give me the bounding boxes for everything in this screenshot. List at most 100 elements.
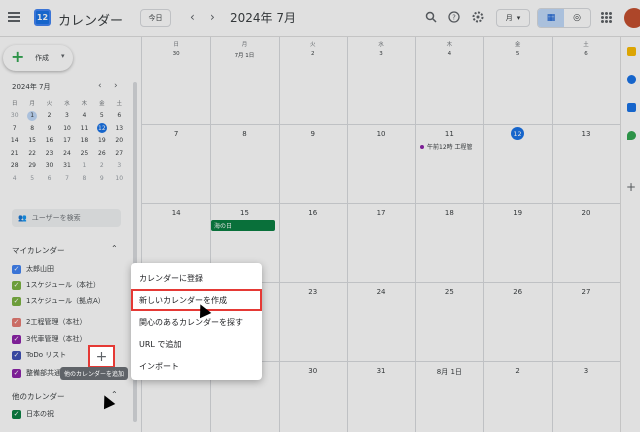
mini-next-icon[interactable]: › bbox=[114, 81, 118, 91]
day-number[interactable]: 18 bbox=[415, 209, 483, 217]
mini-day[interactable]: 6 bbox=[111, 112, 128, 119]
menu-item-subscribe[interactable]: カレンダーに登録 bbox=[139, 273, 203, 284]
calendar-item[interactable]: ✓ 3代車管理（本社） bbox=[12, 333, 86, 345]
tasks-icon[interactable] bbox=[627, 75, 636, 84]
day-number[interactable]: 25 bbox=[415, 288, 483, 296]
checkbox-icon[interactable]: ✓ bbox=[12, 264, 21, 274]
day-number[interactable]: 8月 1日 bbox=[415, 367, 483, 377]
day-number[interactable]: 26 bbox=[484, 288, 552, 296]
checkbox-icon[interactable]: ✓ bbox=[12, 409, 21, 419]
mini-day[interactable]: 22 bbox=[23, 150, 40, 157]
day-number[interactable]: 3 bbox=[552, 367, 620, 375]
mini-day-today[interactable]: 12 bbox=[96, 123, 107, 134]
day-number[interactable]: 19 bbox=[484, 209, 552, 217]
mini-day[interactable]: 27 bbox=[111, 150, 128, 157]
calendar-view-icon[interactable]: ▦ bbox=[538, 9, 564, 27]
day-number[interactable]: 2 bbox=[484, 367, 552, 375]
mini-prev-icon[interactable]: ‹ bbox=[98, 81, 102, 91]
create-button[interactable]: + 作成 ▾ bbox=[3, 45, 73, 71]
my-calendars-title[interactable]: マイカレンダー bbox=[12, 245, 65, 256]
mini-day[interactable]: 21 bbox=[6, 150, 23, 157]
calendar-item[interactable]: ✓ 1スケジュール（本社） bbox=[12, 279, 100, 291]
chevron-up-icon[interactable]: ⌃ bbox=[111, 244, 118, 253]
day-number[interactable]: 11 bbox=[415, 130, 483, 138]
mini-day[interactable]: 5 bbox=[93, 112, 110, 119]
tasks-view-icon[interactable]: ◎ bbox=[564, 9, 590, 27]
mini-day[interactable]: 29 bbox=[23, 162, 40, 169]
mini-day[interactable]: 17 bbox=[58, 137, 75, 144]
mini-day[interactable]: 13 bbox=[111, 125, 128, 132]
day-number[interactable]: 2 bbox=[279, 51, 347, 57]
checkbox-icon[interactable]: ✓ bbox=[12, 280, 21, 290]
mini-day[interactable]: 18 bbox=[76, 137, 93, 144]
mini-day[interactable]: 9 bbox=[41, 125, 58, 132]
calendar-item[interactable]: ✓ 2工程管理（本社） bbox=[12, 316, 86, 328]
day-number[interactable]: 24 bbox=[347, 288, 415, 296]
day-number[interactable]: 16 bbox=[279, 209, 347, 217]
mini-day[interactable]: 7 bbox=[58, 175, 75, 182]
day-number[interactable]: 14 bbox=[142, 209, 210, 217]
mini-day[interactable]: 30 bbox=[6, 112, 23, 119]
day-number[interactable]: 8 bbox=[210, 130, 278, 138]
day-number[interactable]: 30 bbox=[279, 367, 347, 375]
day-number[interactable]: 23 bbox=[279, 288, 347, 296]
help-icon[interactable]: ? bbox=[447, 10, 461, 24]
mini-day[interactable]: 19 bbox=[93, 137, 110, 144]
mini-day[interactable]: 16 bbox=[41, 137, 58, 144]
main-menu-icon[interactable] bbox=[8, 12, 20, 22]
settings-gear-icon[interactable] bbox=[471, 10, 485, 24]
day-number[interactable]: 15 bbox=[210, 209, 278, 217]
mini-day[interactable]: 4 bbox=[76, 112, 93, 119]
calendar-item[interactable]: ✓ 太郎山田 bbox=[12, 263, 54, 275]
mini-day[interactable]: 3 bbox=[58, 112, 75, 119]
day-number[interactable]: 5 bbox=[484, 51, 552, 57]
day-number-today[interactable]: 12 bbox=[511, 127, 524, 140]
mini-day[interactable]: 31 bbox=[58, 162, 75, 169]
mini-day[interactable]: 2 bbox=[93, 162, 110, 169]
mini-day[interactable]: 28 bbox=[6, 162, 23, 169]
search-icon[interactable] bbox=[424, 10, 438, 24]
calendar-item[interactable]: ✓ 1スケジュール（拠点A） bbox=[12, 295, 105, 307]
menu-item-from-url[interactable]: URL で追加 bbox=[139, 339, 181, 350]
next-month-icon[interactable]: › bbox=[210, 10, 215, 24]
menu-item-import[interactable]: インポート bbox=[139, 361, 179, 372]
day-number[interactable]: 17 bbox=[347, 209, 415, 217]
mini-day[interactable]: 11 bbox=[76, 125, 93, 132]
menu-item-browse-interesting[interactable]: 関心のあるカレンダーを探す bbox=[139, 317, 243, 328]
mini-day[interactable]: 3 bbox=[111, 162, 128, 169]
day-number[interactable]: 31 bbox=[347, 367, 415, 375]
event-chip[interactable]: 午前12時 工程管 bbox=[420, 142, 473, 151]
day-number[interactable]: 10 bbox=[347, 130, 415, 138]
mini-day[interactable]: 20 bbox=[111, 137, 128, 144]
maps-icon[interactable] bbox=[627, 131, 636, 140]
mini-day[interactable]: 10 bbox=[111, 175, 128, 182]
mini-day[interactable]: 8 bbox=[23, 125, 40, 132]
mini-day[interactable]: 9 bbox=[93, 175, 110, 182]
mini-day[interactable]: 10 bbox=[58, 125, 75, 132]
mini-day[interactable]: 15 bbox=[23, 137, 40, 144]
mini-day[interactable]: 24 bbox=[58, 150, 75, 157]
mini-day[interactable]: 5 bbox=[23, 175, 40, 182]
day-number[interactable]: 9 bbox=[279, 130, 347, 138]
add-other-calendar-button[interactable]: + bbox=[88, 345, 115, 368]
mini-day[interactable]: 26 bbox=[93, 150, 110, 157]
calendar-item[interactable]: ✓ ToDo リスト bbox=[12, 349, 66, 361]
day-number[interactable]: 27 bbox=[552, 288, 620, 296]
user-search-input[interactable]: 👥 ユーザーを検索 bbox=[12, 209, 121, 227]
mini-day[interactable]: 1 bbox=[76, 162, 93, 169]
add-addon-icon[interactable]: + bbox=[626, 180, 636, 194]
day-number[interactable]: 13 bbox=[552, 130, 620, 138]
mini-day[interactable]: 30 bbox=[41, 162, 58, 169]
other-calendars-title[interactable]: 他のカレンダー bbox=[12, 391, 65, 402]
mini-day[interactable]: 1 bbox=[27, 110, 38, 121]
mini-day[interactable]: 2 bbox=[41, 112, 58, 119]
day-number[interactable]: 6 bbox=[552, 51, 620, 57]
checkbox-icon[interactable]: ✓ bbox=[12, 368, 21, 378]
day-number[interactable]: 30 bbox=[142, 51, 210, 57]
day-number[interactable]: 20 bbox=[552, 209, 620, 217]
previous-month-icon[interactable]: ‹ bbox=[190, 10, 195, 24]
day-number[interactable]: 7月 1日 bbox=[210, 51, 278, 59]
calendar-item[interactable]: ✓ 日本の祝 bbox=[12, 408, 54, 420]
holiday-event[interactable]: 海の日 bbox=[211, 220, 275, 231]
today-button[interactable]: 今日 bbox=[140, 9, 171, 27]
